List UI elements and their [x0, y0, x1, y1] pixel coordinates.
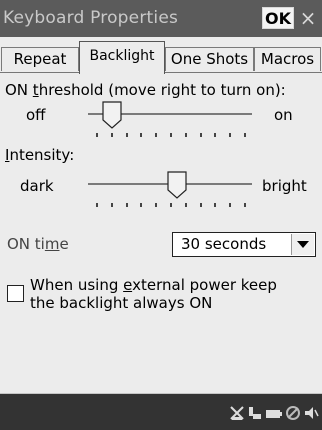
slider-tick: [214, 133, 217, 137]
slider-tick: [244, 203, 246, 207]
backlight-panel: ON threshold (move right to turn on): of…: [0, 73, 322, 405]
on-time-dropdown[interactable]: 30 seconds: [172, 232, 316, 257]
ok-button[interactable]: OK: [262, 7, 294, 29]
usb-icon[interactable]: [248, 406, 262, 422]
slider-tick: [96, 203, 98, 207]
battery-icon[interactable]: [265, 409, 283, 419]
volume-icon[interactable]: [303, 405, 319, 421]
on-time-value: 30 seconds: [181, 235, 267, 253]
slider-tick: [244, 133, 246, 137]
sound-muted-icon[interactable]: [285, 405, 301, 421]
tab-strip: Repeat Backlight One Shots Macros: [0, 37, 322, 74]
intensity-min-label: dark: [20, 177, 54, 195]
threshold-min-label: off: [26, 106, 46, 124]
slider-tick: [214, 203, 217, 207]
slider-tick: [140, 203, 143, 207]
slider-tick: [199, 133, 202, 137]
slider-tick: [229, 203, 232, 207]
slider-tick: [229, 133, 232, 137]
tab-macros[interactable]: Macros: [254, 47, 321, 71]
slider-tick: [110, 203, 113, 207]
slider-tick: [170, 133, 172, 137]
slider-tick: [155, 203, 158, 207]
taskbar: [0, 394, 322, 430]
slider-tick: [96, 133, 98, 137]
intensity-max-label: bright: [262, 177, 307, 195]
threshold-max-label: on: [274, 106, 293, 124]
intensity-label: Intensity:: [5, 146, 75, 164]
intensity-slider[interactable]: [88, 171, 252, 207]
slider-tick: [184, 133, 187, 137]
slider-tick: [125, 133, 128, 137]
external-power-label[interactable]: When using external power keep the backl…: [30, 276, 277, 312]
window-title: Keyboard Properties: [3, 8, 179, 28]
slider-tick: [140, 133, 143, 137]
slider-tick: [125, 203, 128, 207]
external-power-checkbox[interactable]: [7, 285, 24, 302]
title-bar: Keyboard Properties OK ×: [0, 0, 322, 37]
threshold-slider[interactable]: [88, 101, 252, 137]
tab-repeat[interactable]: Repeat: [1, 47, 79, 71]
slider-tick: [170, 203, 172, 207]
tab-backlight[interactable]: Backlight: [79, 41, 165, 74]
network-disconnected-icon[interactable]: [229, 405, 245, 421]
slider-tick: [199, 203, 202, 207]
close-icon[interactable]: ×: [297, 6, 319, 30]
slider-tick: [184, 203, 187, 207]
intensity-slider-thumb[interactable]: [167, 171, 187, 199]
slider-tick: [155, 133, 158, 137]
threshold-slider-thumb[interactable]: [102, 101, 122, 129]
on-time-label: ON time: [7, 235, 69, 253]
slider-tick: [110, 133, 113, 137]
chevron-down-icon: [297, 241, 309, 248]
threshold-label: ON threshold (move right to turn on):: [5, 81, 286, 99]
dropdown-arrow-button[interactable]: [291, 234, 314, 255]
tab-one-shots[interactable]: One Shots: [165, 47, 254, 71]
